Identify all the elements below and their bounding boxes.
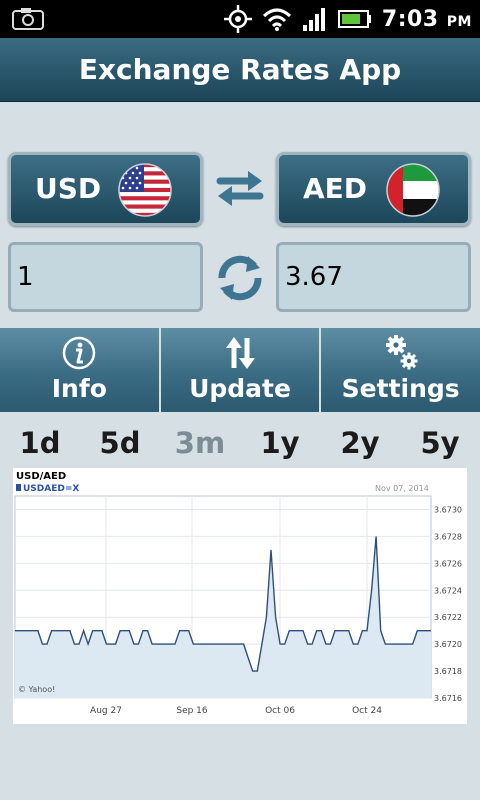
to-amount-input[interactable]: 3.67 bbox=[276, 242, 471, 312]
x-tick-label: Aug 27 bbox=[90, 706, 122, 716]
rate-chart: USD/AED USDAED=X Nov 07, 2014 3.6730 3.67… bbox=[13, 468, 467, 724]
y-tick-label: 3.6716 bbox=[434, 694, 462, 703]
y-tick-label: 3.6730 bbox=[434, 505, 462, 514]
info-icon bbox=[63, 336, 96, 370]
status-bar: 7:03 PM bbox=[0, 0, 480, 38]
app-title: Exchange Rates App bbox=[0, 38, 480, 102]
battery-icon bbox=[337, 10, 371, 28]
gps-icon bbox=[223, 5, 252, 33]
range-tab-2y[interactable]: 2y bbox=[320, 420, 400, 468]
to-currency-code: AED bbox=[303, 172, 368, 205]
range-tab-1y[interactable]: 1y bbox=[240, 420, 320, 468]
y-tick-label: 3.6722 bbox=[434, 613, 462, 622]
gears-icon bbox=[385, 335, 418, 370]
x-tick-label: Oct 06 bbox=[265, 706, 295, 716]
chart-credit: © Yahoo! bbox=[18, 685, 55, 694]
swap-currencies-icon[interactable] bbox=[214, 168, 266, 208]
status-time: 7:03 PM bbox=[381, 6, 472, 32]
settings-button[interactable]: Settings bbox=[321, 328, 480, 412]
y-tick-label: 3.6718 bbox=[434, 667, 462, 676]
range-tab-5d[interactable]: 5d bbox=[80, 420, 160, 468]
update-button[interactable]: Update bbox=[160, 328, 320, 412]
update-label: Update bbox=[189, 374, 291, 403]
up-down-arrows-icon bbox=[226, 337, 255, 369]
range-tab-3m[interactable]: 3m bbox=[160, 420, 240, 468]
refresh-icon[interactable] bbox=[214, 252, 266, 304]
y-tick-label: 3.6726 bbox=[434, 559, 462, 568]
from-amount-input[interactable]: 1 bbox=[8, 242, 203, 312]
chart-title: USD/AED bbox=[16, 471, 66, 482]
screenshot-icon bbox=[12, 8, 44, 30]
y-tick-label: 3.6720 bbox=[434, 640, 462, 649]
signal-icon bbox=[302, 8, 325, 31]
rate-chart-svg: USD/AED USDAED=X Nov 07, 2014 3.6730 3.67… bbox=[14, 471, 462, 716]
chart-date: Nov 07, 2014 bbox=[375, 484, 429, 493]
series-legend-marker bbox=[16, 484, 21, 491]
y-tick-label: 3.6724 bbox=[434, 586, 462, 595]
from-currency-code: USD bbox=[35, 172, 102, 205]
range-tab-5y[interactable]: 5y bbox=[400, 420, 480, 468]
toolbar: Info Update Settings bbox=[0, 328, 480, 412]
to-currency-button[interactable]: AED bbox=[276, 152, 471, 226]
range-tab-1d[interactable]: 1d bbox=[0, 420, 80, 468]
y-tick-label: 3.6728 bbox=[434, 532, 462, 541]
us-flag-icon bbox=[118, 163, 172, 217]
settings-label: Settings bbox=[341, 374, 460, 403]
info-label: Info bbox=[51, 374, 107, 403]
uae-flag-icon bbox=[386, 163, 440, 217]
range-tabs: 1d 5d 3m 1y 2y 5y bbox=[0, 420, 480, 468]
x-tick-label: Oct 24 bbox=[352, 706, 382, 716]
wifi-icon bbox=[262, 8, 291, 31]
series-legend-label: USDAED=X bbox=[23, 484, 79, 494]
info-button[interactable]: Info bbox=[0, 328, 159, 412]
from-currency-button[interactable]: USD bbox=[8, 152, 203, 226]
x-tick-label: Sep 16 bbox=[176, 706, 208, 716]
